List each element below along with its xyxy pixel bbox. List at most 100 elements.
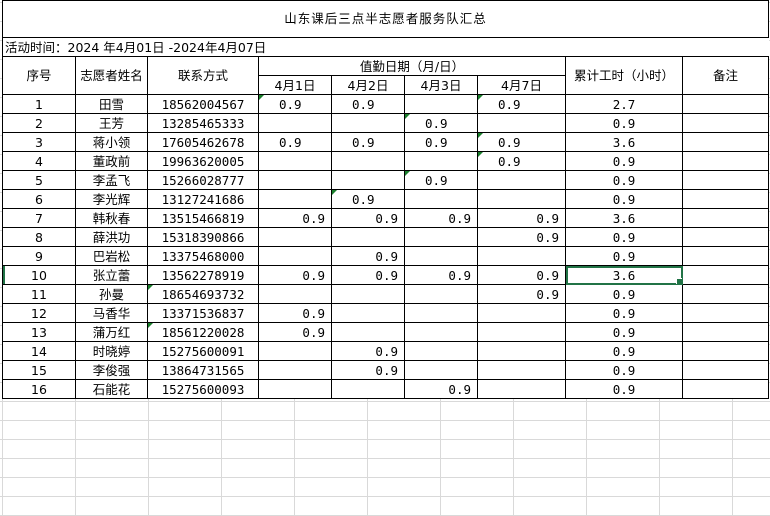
remarks-cell[interactable] (682, 151, 769, 171)
remarks-cell[interactable] (682, 132, 769, 152)
volunteer-name[interactable]: 李孟飞 (75, 170, 148, 190)
volunteer-name[interactable]: 孙曼 (75, 284, 148, 304)
hours-apr-2[interactable] (331, 113, 405, 133)
hours-apr-3[interactable]: 0.9 (404, 170, 478, 190)
row-index[interactable]: 1 (2, 94, 76, 114)
total-hours[interactable]: 0.9 (565, 303, 683, 323)
volunteer-name[interactable]: 巴岩松 (75, 246, 148, 266)
header-date-3[interactable]: 4月3日 (404, 75, 478, 95)
hours-apr-2[interactable]: 0.9 (331, 132, 405, 152)
hours-apr-7[interactable]: 0.9 (477, 208, 566, 228)
hours-apr-3[interactable] (404, 94, 478, 114)
hours-apr-2[interactable] (331, 151, 405, 171)
total-hours[interactable]: 0.9 (565, 227, 683, 247)
total-hours[interactable]: 3.6 (565, 208, 683, 228)
total-hours[interactable]: 0.9 (565, 360, 683, 380)
hours-apr-3[interactable] (404, 341, 478, 361)
hours-apr-7[interactable] (477, 113, 566, 133)
hours-apr-2[interactable] (331, 227, 405, 247)
hours-apr-1[interactable] (258, 360, 332, 380)
row-index[interactable]: 15 (2, 360, 76, 380)
row-index[interactable]: 16 (2, 379, 76, 399)
hours-apr-2[interactable]: 0.9 (331, 265, 405, 285)
volunteer-name[interactable]: 蒲万红 (75, 322, 148, 342)
remarks-cell[interactable] (682, 189, 769, 209)
hours-apr-2[interactable]: 0.9 (331, 189, 405, 209)
hours-apr-1[interactable] (258, 284, 332, 304)
hours-apr-1[interactable]: 0.9 (258, 265, 332, 285)
remarks-cell[interactable] (682, 265, 769, 285)
remarks-cell[interactable] (682, 379, 769, 399)
hours-apr-3[interactable] (404, 189, 478, 209)
volunteer-name[interactable]: 蒋小领 (75, 132, 148, 152)
hours-apr-2[interactable] (331, 170, 405, 190)
phone-number[interactable]: 19963620005 (147, 151, 259, 171)
volunteer-name[interactable]: 张立蕾 (75, 265, 148, 285)
total-hours[interactable]: 3.6 (565, 132, 683, 152)
header-duty-dates[interactable]: 值勤日期（月/日） (258, 56, 566, 76)
hours-apr-7[interactable] (477, 189, 566, 209)
phone-number[interactable]: 13864731565 (147, 360, 259, 380)
remarks-cell[interactable] (682, 208, 769, 228)
phone-number[interactable]: 18562004567 (147, 94, 259, 114)
hours-apr-1[interactable] (258, 189, 332, 209)
phone-number[interactable]: 17605462678 (147, 132, 259, 152)
phone-number[interactable]: 18561220028 (147, 322, 259, 342)
phone-number[interactable]: 13515466819 (147, 208, 259, 228)
remarks-cell[interactable] (682, 303, 769, 323)
header-total-hours[interactable]: 累计工时（小时） (565, 56, 683, 95)
hours-apr-7[interactable] (477, 170, 566, 190)
hours-apr-3[interactable]: 0.9 (404, 132, 478, 152)
total-hours[interactable]: 0.9 (565, 151, 683, 171)
hours-apr-7[interactable]: 0.9 (477, 151, 566, 171)
total-hours[interactable]: 0.9 (565, 322, 683, 342)
row-index[interactable]: 10 (2, 265, 76, 285)
hours-apr-2[interactable]: 0.9 (331, 360, 405, 380)
hours-apr-1[interactable] (258, 170, 332, 190)
hours-apr-7[interactable] (477, 322, 566, 342)
hours-apr-2[interactable] (331, 303, 405, 323)
hours-apr-2[interactable] (331, 284, 405, 304)
volunteer-name[interactable]: 马香华 (75, 303, 148, 323)
total-hours[interactable]: 2.7 (565, 94, 683, 114)
volunteer-name[interactable]: 田雪 (75, 94, 148, 114)
remarks-cell[interactable] (682, 113, 769, 133)
hours-apr-1[interactable]: 0.9 (258, 208, 332, 228)
remarks-cell[interactable] (682, 170, 769, 190)
hours-apr-1[interactable] (258, 246, 332, 266)
row-index[interactable]: 14 (2, 341, 76, 361)
hours-apr-2[interactable] (331, 379, 405, 399)
header-date-4[interactable]: 4月7日 (477, 75, 566, 95)
hours-apr-1[interactable] (258, 151, 332, 171)
hours-apr-1[interactable] (258, 227, 332, 247)
phone-number[interactable]: 15275600091 (147, 341, 259, 361)
hours-apr-7[interactable] (477, 379, 566, 399)
hours-apr-7[interactable] (477, 246, 566, 266)
remarks-cell[interactable] (682, 322, 769, 342)
row-index[interactable]: 2 (2, 113, 76, 133)
hours-apr-3[interactable] (404, 151, 478, 171)
hours-apr-7[interactable]: 0.9 (477, 132, 566, 152)
hours-apr-1[interactable]: 0.9 (258, 94, 332, 114)
header-date-2[interactable]: 4月2日 (331, 75, 405, 95)
hours-apr-7[interactable] (477, 341, 566, 361)
total-hours[interactable]: 0.9 (565, 113, 683, 133)
row-index[interactable]: 9 (2, 246, 76, 266)
hours-apr-1[interactable] (258, 341, 332, 361)
phone-number[interactable]: 13562278919 (147, 265, 259, 285)
hours-apr-2[interactable]: 0.9 (331, 341, 405, 361)
header-remarks[interactable]: 备注 (682, 56, 769, 95)
row-index[interactable]: 8 (2, 227, 76, 247)
phone-number[interactable]: 15318390866 (147, 227, 259, 247)
header-contact[interactable]: 联系方式 (147, 56, 259, 95)
row-index[interactable]: 12 (2, 303, 76, 323)
total-hours[interactable]: 0.9 (565, 379, 683, 399)
hours-apr-7[interactable]: 0.9 (477, 227, 566, 247)
phone-number[interactable]: 15275600093 (147, 379, 259, 399)
phone-number[interactable]: 13375468000 (147, 246, 259, 266)
hours-apr-1[interactable]: 0.9 (258, 303, 332, 323)
hours-apr-1[interactable] (258, 379, 332, 399)
header-index[interactable]: 序号 (2, 56, 76, 95)
hours-apr-3[interactable] (404, 284, 478, 304)
hours-apr-7[interactable]: 0.9 (477, 265, 566, 285)
